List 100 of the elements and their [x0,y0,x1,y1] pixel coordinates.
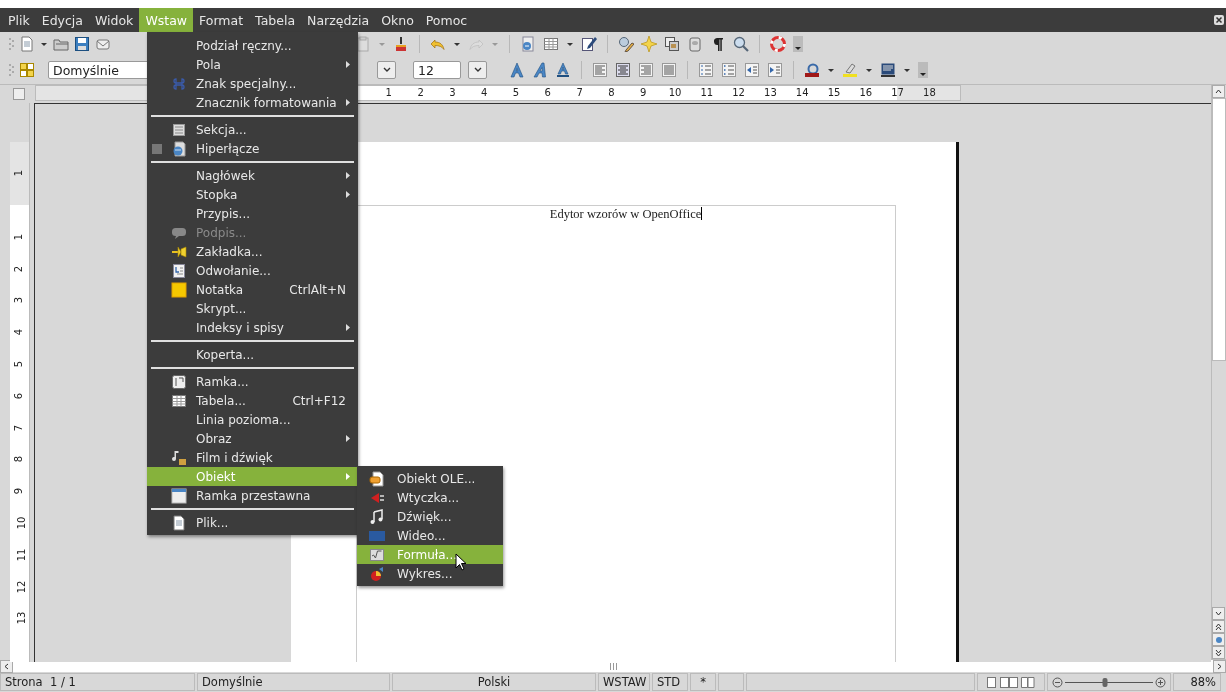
menu-item[interactable]: Ramka przestawna [147,486,358,505]
paintbrush-icon[interactable] [393,36,409,52]
menu-item[interactable]: Widok [89,8,140,32]
ruler-number: 14 [795,87,809,98]
font-name-dropdown[interactable] [377,61,396,79]
justify-icon[interactable] [661,62,677,78]
font-size-field[interactable]: 12 [413,61,461,79]
align-center-icon[interactable] [615,62,631,78]
menu-item[interactable]: Koperta... [147,345,358,364]
bullet-list-icon[interactable] [721,62,737,78]
status-field: * [690,673,716,691]
scroll-down-button[interactable] [1212,607,1225,620]
menu-item[interactable]: Format [193,8,250,32]
menu-item[interactable]: Edycja [35,8,89,32]
menu-item[interactable]: Wideo... [357,526,503,545]
menu-item[interactable]: Sekcja... [147,120,358,139]
search-icon[interactable] [733,36,749,52]
envelope-icon[interactable] [95,36,111,52]
menu-item[interactable]: Okno [375,8,420,32]
italic-font-icon[interactable] [532,62,548,78]
menu-item[interactable]: Indeksy i spisy [147,318,358,337]
menu-item[interactable]: Dźwięk... [357,507,503,526]
status-field: WSTAW [598,673,650,691]
menu-item[interactable]: Tabela [249,8,302,32]
save-icon[interactable] [74,36,90,52]
highlighter-icon[interactable] [842,62,858,78]
menu-item[interactable]: Nagłówek [147,166,358,185]
ruler-number: 5 [12,360,24,368]
background-color-icon[interactable] [880,62,896,78]
menu-item[interactable]: Wykres... [357,564,503,583]
magnifier-pencil-icon[interactable] [618,36,634,52]
status-field: STD [652,673,688,691]
menu-item[interactable]: Ramka... [147,372,358,391]
close-icon[interactable] [1214,15,1224,25]
zoom-out-icon[interactable] [1052,676,1063,688]
previous-page-button[interactable] [1212,620,1225,633]
clipboard-icon[interactable] [355,36,371,52]
ole-object-icon [369,470,385,487]
database-icon[interactable] [687,36,703,52]
zoom-in-icon[interactable] [1155,676,1166,688]
ruler-number: 10 [15,516,27,530]
styles-icon[interactable] [19,62,35,78]
double-chevron-down-icon [1215,648,1222,657]
menu-item[interactable]: Przypis... [147,204,358,223]
table-icon[interactable] [543,36,559,52]
menu-item[interactable]: Stopka [147,185,358,204]
menu-item[interactable]: Narzędzia [301,8,376,32]
multi-page-view-icon[interactable] [1000,676,1018,688]
ruler-number: 6 [544,87,551,98]
single-page-view-icon[interactable] [987,676,997,688]
menu-item[interactable]: Odwołanie... [147,261,358,280]
ruler-number: 1 [385,87,392,98]
menu-item[interactable]: Plik... [147,513,358,532]
ruler-number: 12 [732,87,745,98]
navigation-button[interactable] [1212,633,1225,646]
increase-indent-icon[interactable] [767,62,783,78]
status-field: Domyślnie [197,673,390,691]
font-color-icon[interactable] [804,62,820,78]
menu-item[interactable]: Hiperłącze [147,139,358,158]
zoom-slider-thumb[interactable] [1102,677,1108,687]
menu-item[interactable]: Notatka CtrlAlt+N [147,280,358,299]
document-icon[interactable] [19,36,35,52]
menu-item[interactable]: Film i dźwięk [147,448,358,467]
numbered-list-icon[interactable] [698,62,714,78]
scroll-up-button[interactable] [1212,85,1225,98]
star-icon[interactable] [641,36,657,52]
ruler-number: 4 [481,87,488,98]
decrease-indent-icon[interactable] [744,62,760,78]
font-size-dropdown[interactable] [468,61,487,79]
menu-item[interactable]: Zakładka... [147,242,358,261]
scroll-grip-icon[interactable] [608,662,618,670]
scrollbar-thumb[interactable] [1212,98,1226,361]
next-page-button[interactable] [1212,646,1225,659]
book-view-icon[interactable] [1021,676,1035,688]
checkbox[interactable] [152,143,162,154]
menu-item[interactable]: Obiekt OLE... [357,469,503,488]
outline-font-icon[interactable] [509,62,525,78]
lifebuoy-icon[interactable] [770,36,786,52]
menu-item[interactable]: Skrypt... [147,299,358,318]
menu-item[interactable]: Plik [2,8,36,32]
chevron-down-icon [1215,611,1222,616]
navigator-icon[interactable] [520,36,536,52]
align-left-icon[interactable] [592,62,608,78]
align-right-icon[interactable] [638,62,654,78]
ruler-number: 2 [417,87,424,98]
chart-icon [369,565,385,582]
menu-item[interactable]: Pomoc [419,8,474,32]
menu-item[interactable]: Tabela... Ctrl+F12 [147,391,358,410]
menu-item[interactable]: Podział ręczny... [147,36,358,55]
ruler-number: 1 [12,170,24,177]
menu-item[interactable]: Znacznik formatowania [147,93,358,112]
scroll-right-button[interactable] [1213,659,1226,673]
menu-item[interactable]: Linia pozioma... [147,410,358,429]
underline-font-icon[interactable] [555,62,571,78]
menu-item[interactable]: Obraz [147,429,358,448]
overlapping-squares-icon[interactable] [664,36,680,52]
tab-stop-button[interactable] [13,88,25,100]
menu-item[interactable]: Wtyczka... [357,488,503,507]
drawing-tools-icon[interactable] [581,36,597,52]
folder-icon[interactable] [53,36,69,52]
